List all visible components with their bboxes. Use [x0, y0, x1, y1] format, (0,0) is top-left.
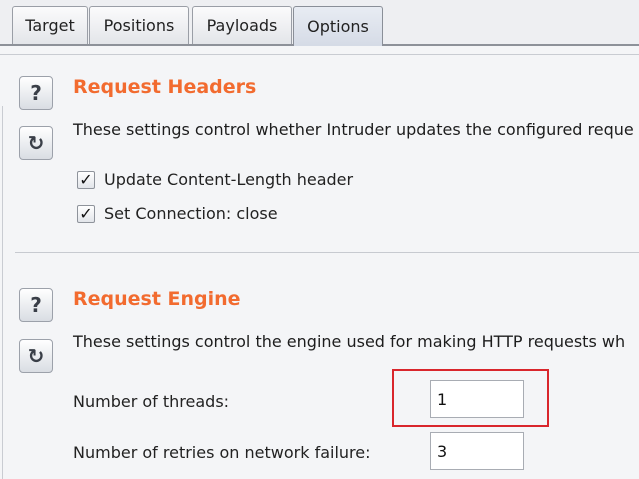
checkmark-icon: ✓	[79, 203, 93, 223]
tab-label: Options	[307, 17, 369, 36]
checkmark-icon: ✓	[79, 169, 93, 189]
question-mark-icon: ?	[30, 81, 42, 105]
section-title-request-headers: Request Headers	[73, 76, 257, 98]
section-title-request-engine: Request Engine	[73, 288, 241, 310]
checkbox-set-connection-close[interactable]: ✓	[77, 203, 95, 223]
tab-payloads[interactable]: Payloads	[192, 6, 292, 44]
tab-options[interactable]: Options	[293, 6, 383, 46]
help-button-request-headers[interactable]: ?	[19, 76, 53, 110]
tab-label: Positions	[103, 16, 175, 35]
panel-left-border	[2, 106, 3, 479]
section-description-request-engine: These settings control the engine used f…	[73, 332, 626, 351]
tab-positions[interactable]: Positions	[89, 6, 189, 44]
retries-label: Number of retries on network failure:	[73, 443, 371, 462]
reset-button-request-headers[interactable]: ↻	[19, 126, 53, 160]
tab-target[interactable]: Target	[12, 6, 88, 44]
panel-border	[0, 54, 639, 55]
reset-icon: ↻	[27, 131, 45, 155]
section-divider	[15, 252, 639, 253]
threads-label: Number of threads:	[73, 392, 230, 411]
section-description-request-headers: These settings control whether Intruder …	[73, 120, 634, 139]
checkbox-row-update-content-length[interactable]: ✓ Update Content-Length header	[77, 170, 353, 189]
highlight-box	[392, 369, 549, 427]
retries-input[interactable]	[430, 432, 524, 470]
tab-bar: Target Positions Payloads Options	[0, 0, 639, 46]
help-button-request-engine[interactable]: ?	[19, 288, 53, 322]
tab-label: Target	[25, 16, 75, 35]
checkbox-label: Update Content-Length header	[104, 170, 354, 189]
reset-button-request-engine[interactable]: ↻	[19, 339, 53, 373]
checkbox-update-content-length[interactable]: ✓	[77, 169, 95, 189]
reset-icon: ↻	[27, 344, 45, 368]
checkbox-row-set-connection-close[interactable]: ✓ Set Connection: close	[77, 204, 278, 223]
tab-label: Payloads	[206, 16, 278, 35]
checkbox-label: Set Connection: close	[104, 204, 278, 223]
question-mark-icon: ?	[30, 293, 42, 317]
